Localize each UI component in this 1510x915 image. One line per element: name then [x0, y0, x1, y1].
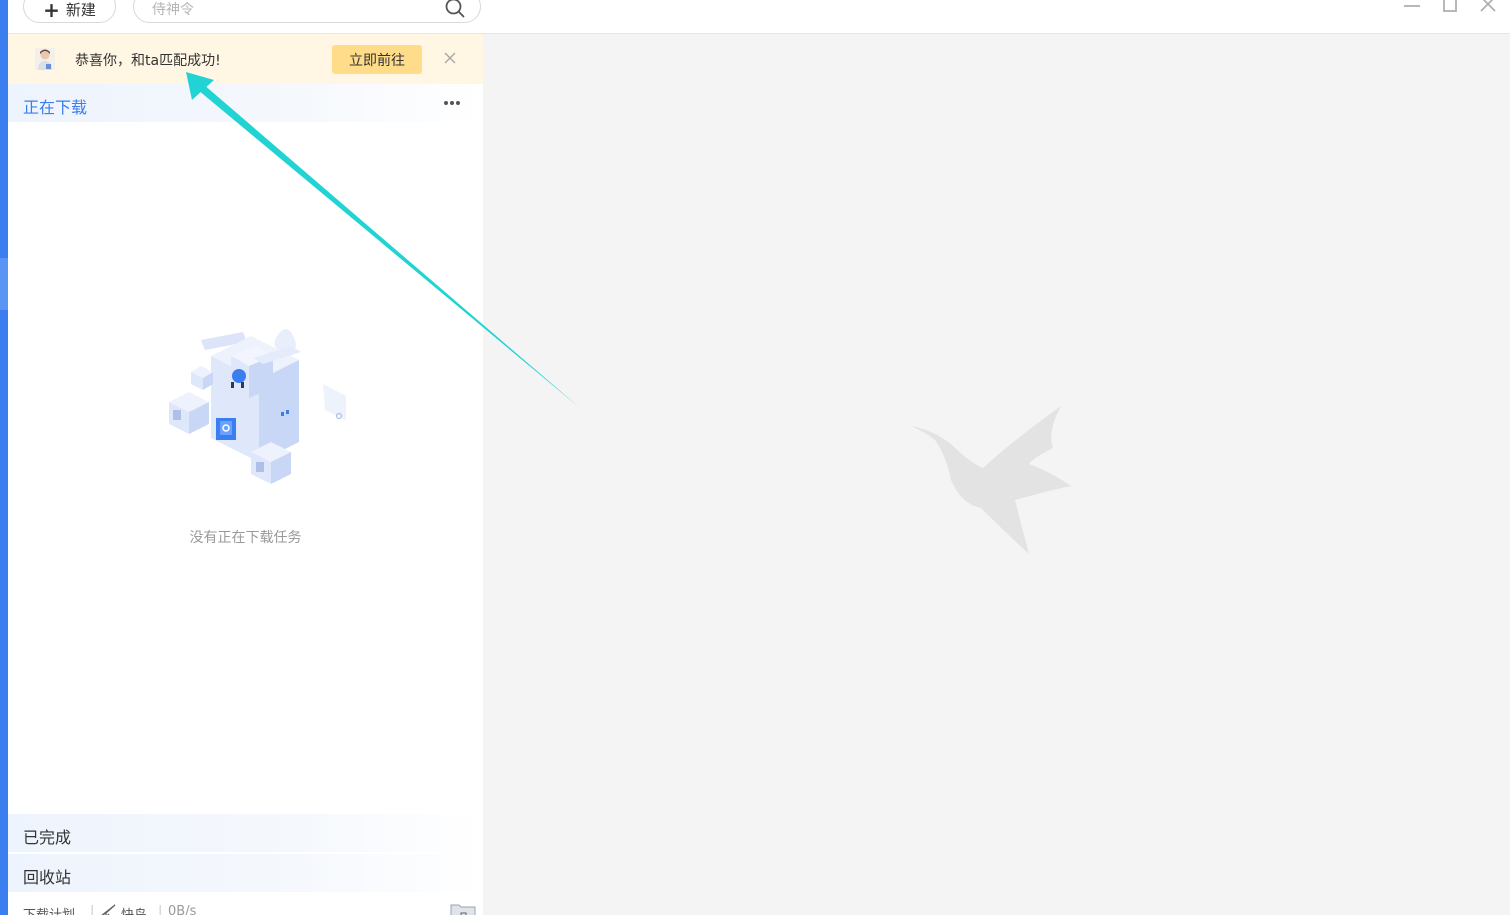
match-notification-banner: 恭喜你，和ta匹配成功! 立即前往 [8, 34, 483, 84]
go-now-button[interactable]: 立即前往 [332, 45, 422, 74]
search-input[interactable] [152, 0, 432, 20]
status-separator: | [90, 904, 95, 915]
plus-icon: + [43, 0, 60, 22]
download-plan-link[interactable]: 下载计划 [23, 904, 75, 915]
banner-message: 恭喜你，和ta匹配成功! [75, 53, 221, 69]
close-icon[interactable] [441, 49, 459, 67]
avatar [35, 48, 55, 70]
speed-mode-label[interactable]: 快鸟 [121, 904, 147, 915]
section-completed-label: 已完成 [23, 828, 72, 847]
download-list-panel: 正在下载 没有正在下载任务 已完成 回收站 | | 0B/s [8, 84, 483, 915]
section-recycle-label: 回收站 [23, 868, 72, 887]
folder-icon[interactable] [450, 902, 476, 915]
window-controls [1402, 0, 1498, 16]
section-downloading[interactable]: 正在下载 [8, 84, 483, 122]
section-completed[interactable]: 已完成 [8, 814, 483, 852]
strip-handle[interactable] [0, 258, 8, 310]
top-bar: + 新建 [8, 0, 1510, 34]
minimize-icon[interactable] [1402, 0, 1422, 16]
app-window: + 新建 侍神令 恭喜你，和ta匹配成功! 立即前往 正在下载 没有正在下载任务… [0, 0, 1510, 915]
maximize-icon[interactable] [1440, 0, 1460, 16]
status-separator: | [158, 904, 163, 915]
search-box[interactable] [133, 0, 481, 23]
section-recycle-bin[interactable]: 回收站 [8, 854, 483, 892]
new-task-label: 新建 [65, 1, 96, 19]
search-icon[interactable] [444, 0, 466, 19]
paper-plane-icon [101, 904, 116, 915]
new-task-button[interactable]: + 新建 [23, 0, 116, 23]
section-downloading-label: 正在下载 [23, 98, 88, 117]
close-window-icon[interactable] [1478, 0, 1498, 16]
hummingbird-logo-icon [911, 406, 1071, 554]
left-accent-strip [0, 0, 8, 915]
empty-state-text: 没有正在下载任务 [189, 530, 302, 546]
more-options-icon[interactable] [442, 98, 462, 108]
detail-placeholder-area [483, 34, 1510, 915]
status-bar: 下载计划 | 快鸟 | 0B/s [8, 902, 483, 915]
download-speed: 0B/s [168, 904, 197, 915]
empty-box-illustration [169, 329, 346, 484]
